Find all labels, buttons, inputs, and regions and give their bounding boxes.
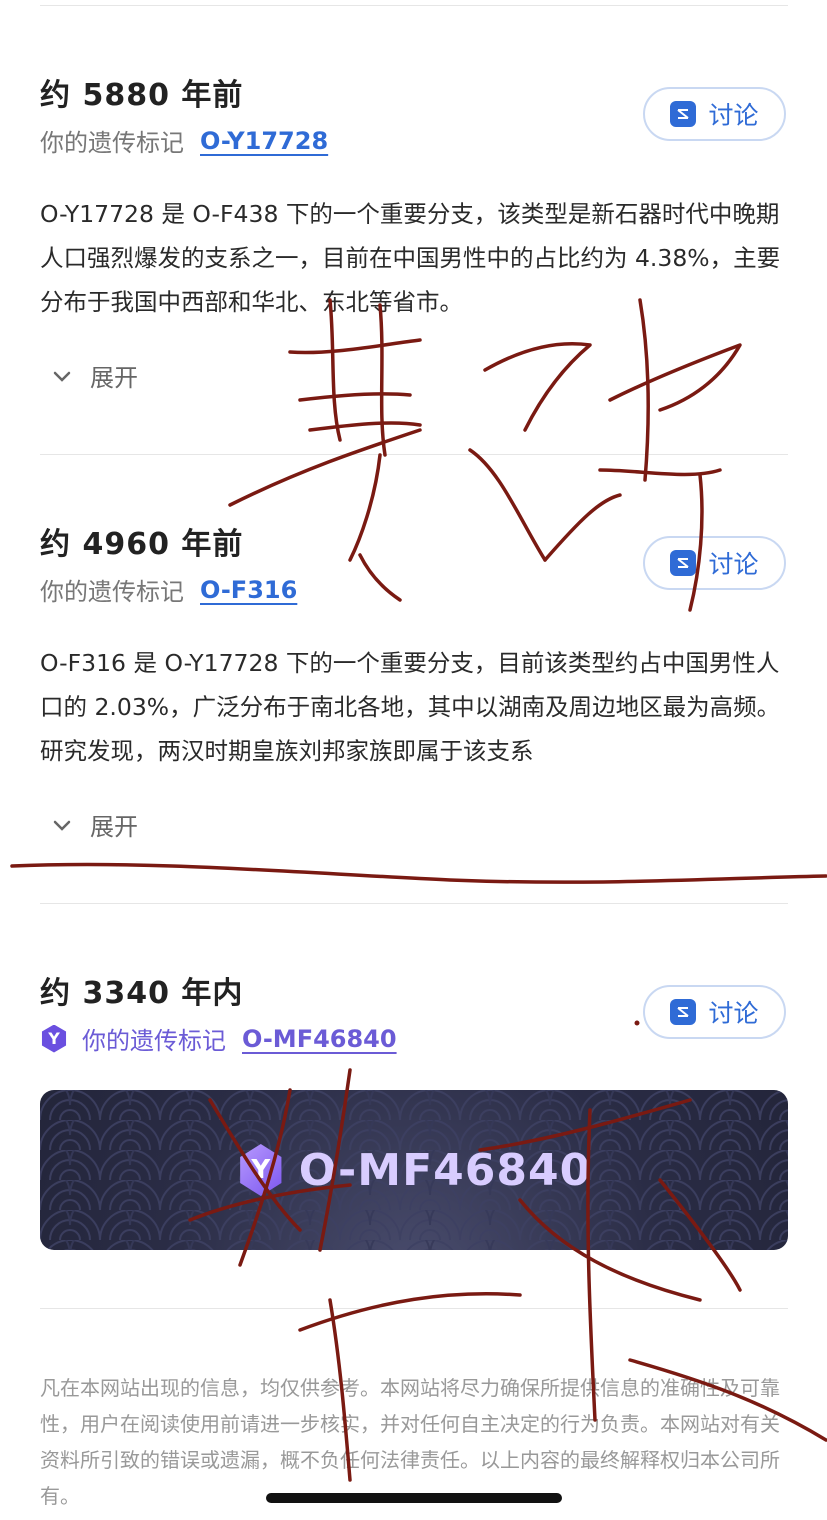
genetic-marker-row: 你的遗传标记 O-Y17728 — [40, 123, 328, 158]
y-hexagon-icon: Y — [240, 1144, 282, 1196]
marker-code-link[interactable]: O-Y17728 — [200, 127, 328, 155]
banner-content: Y O-MF46840 — [40, 1090, 788, 1250]
discuss-button[interactable]: 讨论 — [643, 985, 786, 1039]
section-age-title: 约 5880 年前 — [40, 78, 244, 113]
home-indicator[interactable] — [266, 1493, 562, 1503]
genetic-marker-row: Y 你的遗传标记 O-MF46840 — [40, 1021, 397, 1056]
chevron-down-icon — [48, 811, 76, 839]
discuss-button[interactable]: 讨论 — [643, 536, 786, 590]
genetic-marker-row: 你的遗传标记 O-F316 — [40, 572, 297, 607]
expand-label: 展开 — [90, 813, 138, 841]
marker-label: 你的遗传标记 — [82, 1027, 226, 1055]
discuss-label: 讨论 — [708, 101, 759, 130]
haplogroup-banner[interactable]: Y O-MF46840 — [40, 1090, 788, 1250]
discuss-label: 讨论 — [708, 999, 759, 1028]
expand-button[interactable]: 展开 — [48, 358, 138, 393]
expand-label: 展开 — [90, 364, 138, 392]
banner-code: O-MF46840 — [298, 1144, 592, 1196]
discuss-icon — [670, 999, 697, 1025]
section-age-title: 约 4960 年前 — [40, 527, 244, 562]
marker-code-link[interactable]: O-MF46840 — [242, 1025, 397, 1053]
y-hexagon-icon: Y — [41, 1024, 67, 1053]
marker-label: 你的遗传标记 — [40, 578, 184, 606]
marker-label: 你的遗传标记 — [40, 129, 184, 157]
section-age-title: 约 3340 年内 — [40, 976, 244, 1011]
discuss-icon — [670, 550, 697, 576]
section-description: O-F316 是 O-Y17728 下的一个重要分支，目前该类型约占中国男性人口… — [40, 649, 781, 765]
top-divider — [40, 5, 788, 6]
section-description: O-Y17728 是 O-F438 下的一个重要分支，该类型是新石器时代中晚期人… — [40, 200, 781, 316]
marker-code-link[interactable]: O-F316 — [200, 576, 297, 604]
section-divider — [40, 903, 788, 904]
section-divider — [40, 1308, 788, 1309]
expand-button[interactable]: 展开 — [48, 807, 138, 842]
discuss-icon — [670, 101, 697, 127]
section-divider — [40, 454, 788, 455]
discuss-button[interactable]: 讨论 — [643, 87, 786, 141]
chevron-down-icon — [48, 362, 76, 390]
discuss-label: 讨论 — [708, 550, 759, 579]
